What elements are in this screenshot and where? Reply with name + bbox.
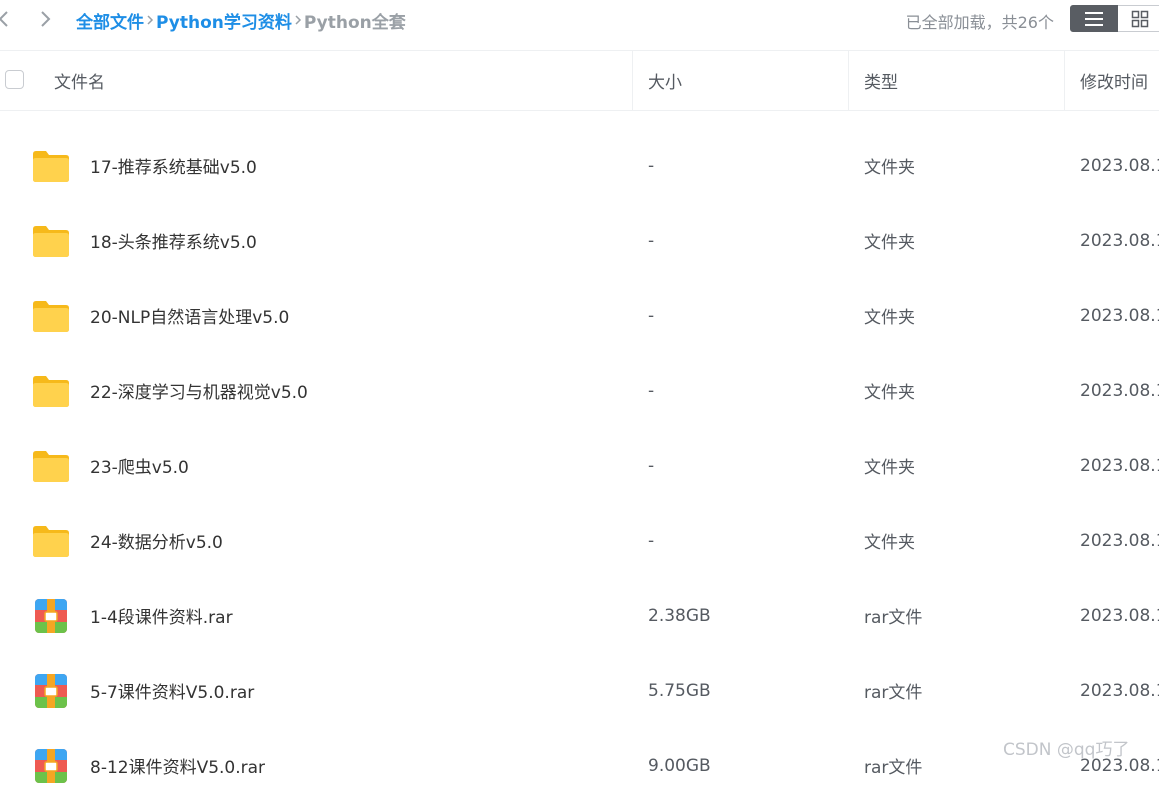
file-name[interactable]: 22-深度学习与机器视觉v5.0 xyxy=(90,353,308,428)
file-type: rar文件 xyxy=(864,608,923,628)
column-header-type[interactable]: 类型 xyxy=(848,51,1064,110)
chevron-right-icon xyxy=(41,11,51,27)
file-type: 文件夹 xyxy=(864,158,915,178)
table-row[interactable]: 22-深度学习与机器视觉v5.0 - 文件夹 2023.08.1 xyxy=(0,353,1159,428)
file-size: 5.75GB xyxy=(648,680,711,701)
breadcrumb-item-current: Python全套 xyxy=(303,12,406,33)
folder-icon xyxy=(32,148,70,184)
file-name[interactable]: 23-爬虫v5.0 xyxy=(90,428,189,503)
list-view-icon xyxy=(1085,11,1103,26)
table-row[interactable]: 1-4段课件资料.rar 2.38GB rar文件 2023.08.1 xyxy=(0,578,1159,653)
breadcrumb-item-all-files[interactable]: 全部文件 xyxy=(76,8,144,33)
file-modified: 2023.08.1 xyxy=(1080,605,1159,626)
file-modified: 2023.08.1 xyxy=(1080,380,1159,401)
file-size: 9.00GB xyxy=(648,755,711,776)
column-header-modified[interactable]: 修改时间 xyxy=(1064,51,1159,110)
back-button[interactable] xyxy=(0,8,14,30)
breadcrumb: 全部文件 Python学习资料 Python全套 xyxy=(76,7,406,33)
load-status: 已全部加载，共26个 xyxy=(905,13,1054,32)
column-header-size[interactable]: 大小 xyxy=(632,51,848,110)
file-name[interactable]: 18-头条推荐系统v5.0 xyxy=(90,203,257,278)
file-size: - xyxy=(648,530,655,551)
table-header: 文件名 大小 类型 修改时间 xyxy=(0,50,1159,111)
grid-view-button[interactable] xyxy=(1118,5,1159,32)
rar-archive-icon xyxy=(32,598,70,634)
file-size: - xyxy=(648,230,655,251)
file-name[interactable]: 1-4段课件资料.rar xyxy=(90,578,233,653)
file-name[interactable]: 5-7课件资料V5.0.rar xyxy=(90,653,254,728)
file-name[interactable]: 17-推荐系统基础v5.0 xyxy=(90,128,257,203)
file-modified: 2023.08.1 xyxy=(1080,680,1159,701)
file-modified: 2023.08.1 xyxy=(1080,230,1159,251)
file-size: 2.38GB xyxy=(648,605,711,626)
rar-archive-icon xyxy=(32,748,70,784)
chevron-right-icon xyxy=(147,15,154,25)
folder-icon xyxy=(32,523,70,559)
folder-icon xyxy=(32,373,70,409)
file-list: 17-推荐系统基础v5.0 - 文件夹 2023.08.1 18-头条推荐系统v… xyxy=(0,128,1159,803)
chevron-right-icon xyxy=(295,15,301,25)
table-row[interactable]: 20-NLP自然语言处理v5.0 - 文件夹 2023.08.1 xyxy=(0,278,1159,353)
file-size: - xyxy=(648,455,655,476)
file-type: 文件夹 xyxy=(864,533,915,553)
folder-icon xyxy=(32,298,70,334)
file-size: - xyxy=(648,155,655,176)
folder-icon xyxy=(32,448,70,484)
file-size: - xyxy=(648,380,655,401)
forward-button[interactable] xyxy=(36,8,56,30)
table-row[interactable]: 18-头条推荐系统v5.0 - 文件夹 2023.08.1 xyxy=(0,203,1159,278)
file-modified: 2023.08.1 xyxy=(1080,530,1159,551)
file-type: 文件夹 xyxy=(864,383,915,403)
table-row[interactable]: 5-7课件资料V5.0.rar 5.75GB rar文件 2023.08.1 xyxy=(0,653,1159,728)
file-modified: 2023.08.1 xyxy=(1080,155,1159,176)
file-modified: 2023.08.1 xyxy=(1080,305,1159,326)
file-type: 文件夹 xyxy=(864,458,915,478)
file-type: rar文件 xyxy=(864,758,923,778)
rar-archive-icon xyxy=(32,673,70,709)
file-type: rar文件 xyxy=(864,683,923,703)
table-row[interactable]: 17-推荐系统基础v5.0 - 文件夹 2023.08.1 xyxy=(0,128,1159,203)
toolbar: 全部文件 Python学习资料 Python全套 已全部加载，共26个 xyxy=(0,0,1159,40)
list-view-button[interactable] xyxy=(1070,5,1118,32)
grid-view-icon xyxy=(1131,10,1148,27)
file-type: 文件夹 xyxy=(864,308,915,328)
view-toggle xyxy=(1070,5,1159,34)
table-row[interactable]: 24-数据分析v5.0 - 文件夹 2023.08.1 xyxy=(0,503,1159,578)
breadcrumb-item-python-materials[interactable]: Python学习资料 xyxy=(156,8,292,33)
file-name[interactable]: 20-NLP自然语言处理v5.0 xyxy=(90,278,289,353)
file-type: 文件夹 xyxy=(864,233,915,253)
file-name[interactable]: 24-数据分析v5.0 xyxy=(90,503,223,578)
table-row[interactable]: 8-12课件资料V5.0.rar 9.00GB rar文件 2023.08.1 xyxy=(0,728,1159,803)
file-size: - xyxy=(648,305,655,326)
watermark: CSDN @qq巧了 xyxy=(1003,740,1130,760)
folder-icon xyxy=(32,223,70,259)
file-name[interactable]: 8-12课件资料V5.0.rar xyxy=(90,728,265,803)
file-modified: 2023.08.1 xyxy=(1080,455,1159,476)
chevron-left-icon xyxy=(0,11,8,27)
select-all-checkbox[interactable] xyxy=(5,70,24,89)
table-row[interactable]: 23-爬虫v5.0 - 文件夹 2023.08.1 xyxy=(0,428,1159,503)
column-header-name[interactable]: 文件名 xyxy=(54,51,632,110)
